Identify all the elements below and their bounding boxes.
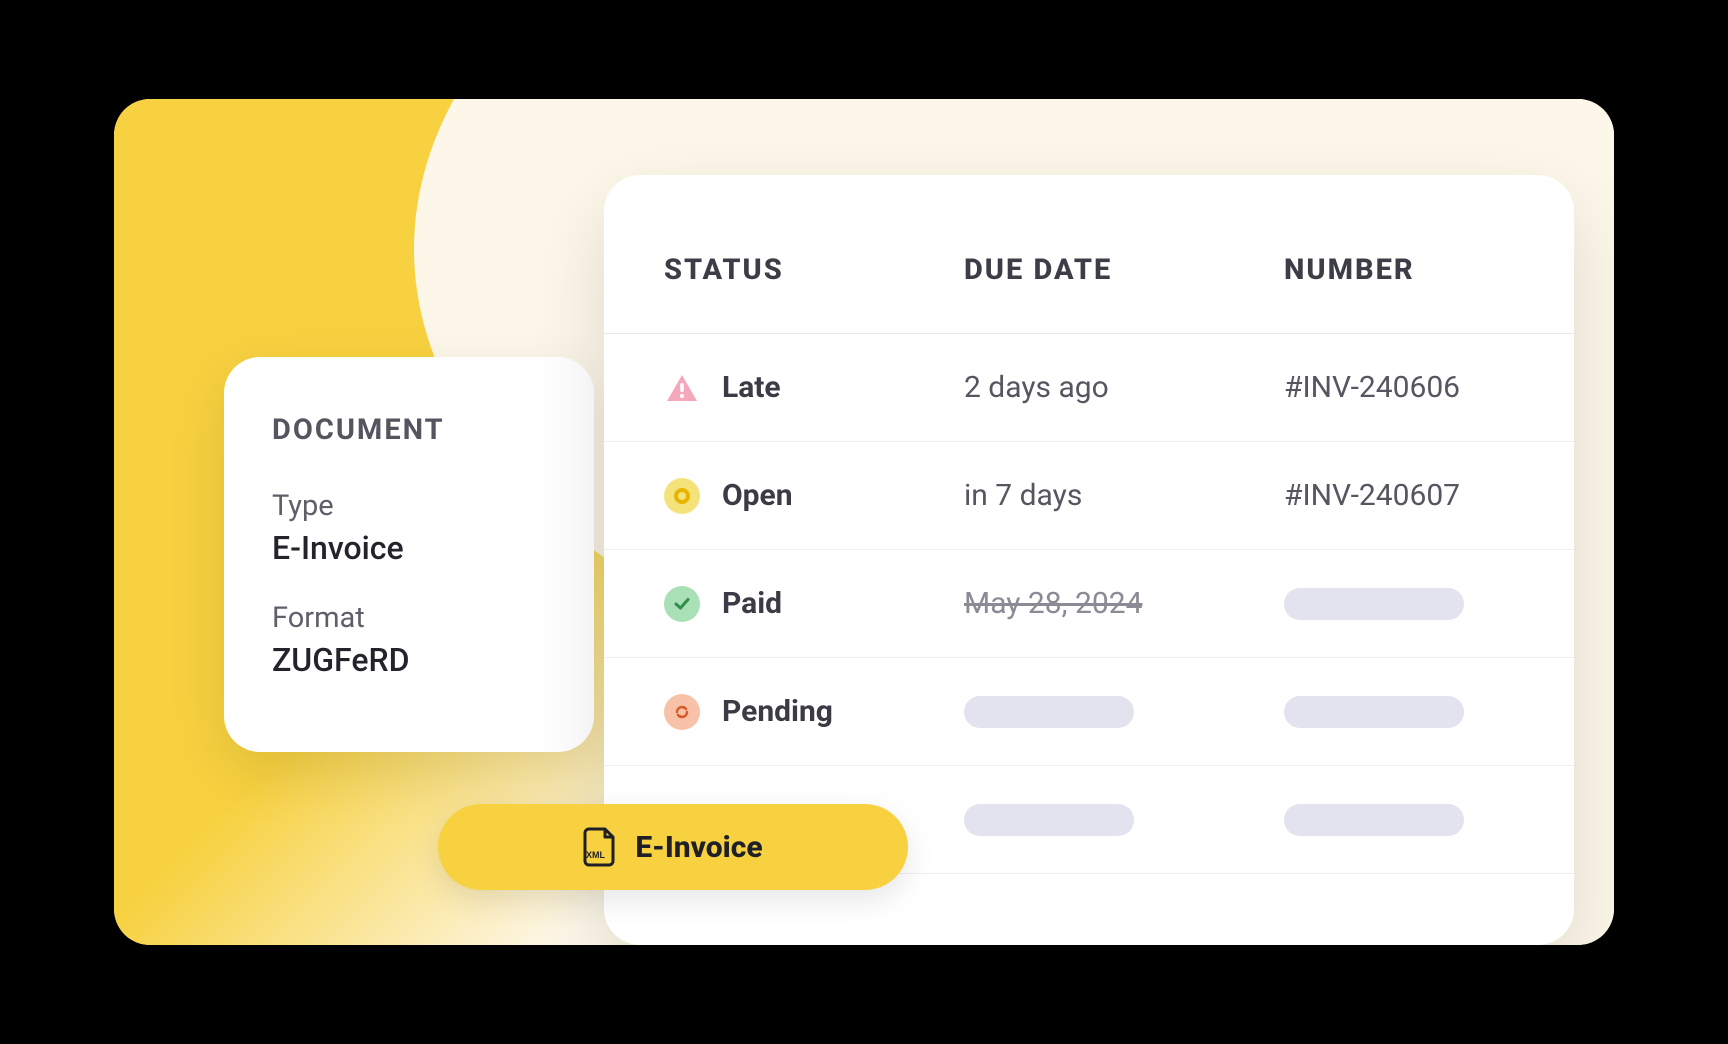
table-header: STATUS DUE DATE NUMBER: [604, 175, 1574, 334]
check-icon: [664, 586, 700, 622]
e-invoice-button-label: E-Invoice: [635, 830, 762, 865]
document-heading: DOCUMENT: [272, 413, 546, 447]
refresh-icon: [664, 694, 700, 730]
col-due: DUE DATE: [964, 253, 1284, 287]
table-row[interactable]: Pending: [604, 658, 1574, 766]
status-text: Late: [722, 370, 781, 405]
table-row[interactable]: Paid May 28, 2024: [604, 550, 1574, 658]
status-text: Open: [722, 478, 793, 513]
table-row[interactable]: Open in 7 days #INV-240607: [604, 442, 1574, 550]
e-invoice-button[interactable]: XML E-Invoice: [438, 804, 908, 890]
placeholder-pill: [964, 696, 1134, 728]
app-canvas: DOCUMENT Type E-Invoice Format ZUGFeRD S…: [114, 99, 1614, 945]
placeholder-pill: [1284, 804, 1464, 836]
circle-icon: [664, 478, 700, 514]
table-row[interactable]: Late 2 days ago #INV-240606: [604, 334, 1574, 442]
document-card: DOCUMENT Type E-Invoice Format ZUGFeRD: [224, 357, 594, 752]
status-text: Pending: [722, 694, 833, 729]
col-status: STATUS: [664, 253, 964, 287]
placeholder-pill: [1284, 696, 1464, 728]
number-text: #INV-240607: [1284, 478, 1514, 513]
col-number: NUMBER: [1284, 253, 1514, 287]
due-text: in 7 days: [964, 478, 1284, 513]
due-text: May 28, 2024: [964, 586, 1284, 621]
placeholder-pill: [1284, 588, 1464, 620]
format-label: Format: [272, 601, 546, 635]
format-value: ZUGFeRD: [272, 641, 546, 679]
status-text: Paid: [722, 586, 782, 621]
type-label: Type: [272, 489, 546, 523]
svg-text:XML: XML: [586, 850, 606, 860]
type-value: E-Invoice: [272, 529, 546, 567]
alert-icon: [664, 370, 700, 406]
xml-file-icon: XML: [583, 827, 617, 867]
due-text: 2 days ago: [964, 370, 1284, 405]
number-text: #INV-240606: [1284, 370, 1514, 405]
placeholder-pill: [964, 804, 1134, 836]
